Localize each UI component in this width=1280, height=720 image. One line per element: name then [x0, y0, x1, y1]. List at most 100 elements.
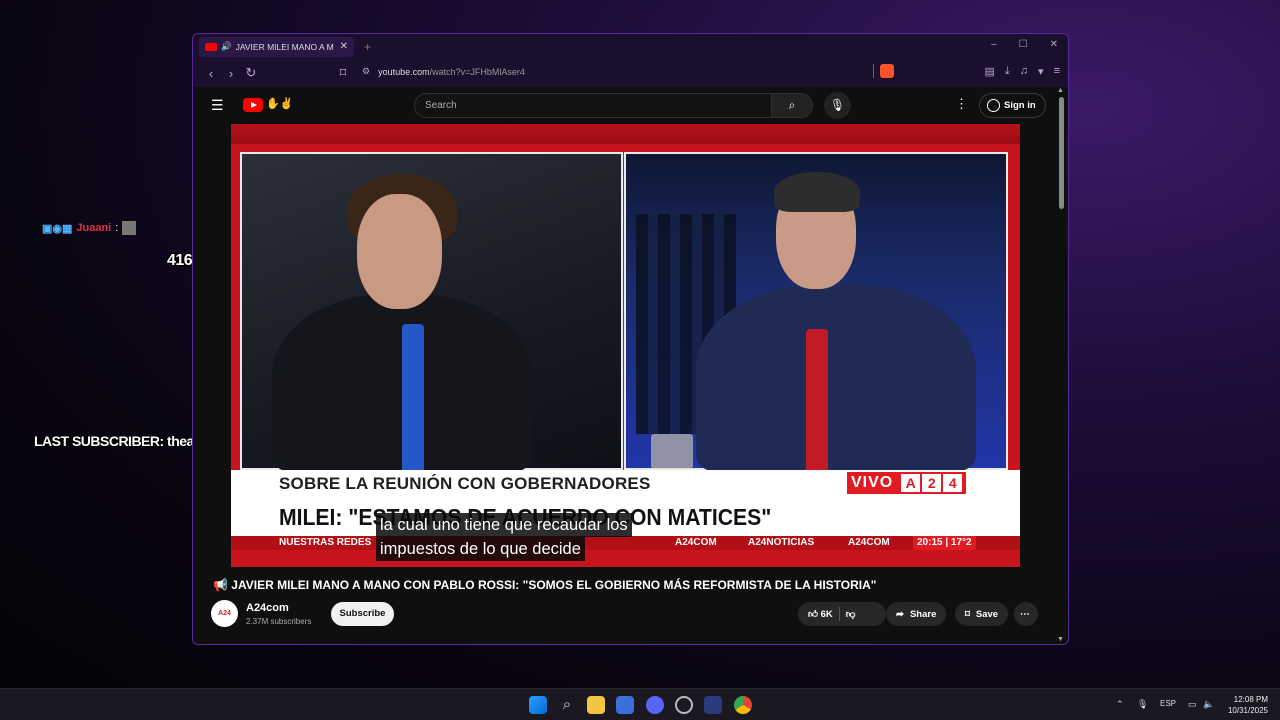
video-top-stripe	[231, 124, 1020, 144]
live-badge: VIVO A 2 4	[847, 472, 967, 494]
thumbs-up-icon: 👍︎	[808, 609, 818, 620]
bookmark-icon[interactable]: ⌑	[333, 65, 353, 81]
video-title: 📢 JAVIER MILEI MANO A MANO CON PABLO ROS…	[213, 578, 876, 592]
speaker-icon[interactable]: 🔊	[221, 41, 232, 52]
brave-shields-icon[interactable]	[880, 64, 894, 78]
ticker-item: A24COM	[848, 537, 890, 548]
youtube-header: ☰ ✋✌ Search ⌕ 🎙 ⋮ Sign in	[193, 87, 1055, 123]
like-button[interactable]: 👍︎ 6K	[808, 608, 833, 620]
chat-emote	[122, 221, 137, 235]
shields-area	[873, 64, 894, 78]
lower-third-subtitle: SOBRE LA REUNIÓN CON GOBERNADORES	[279, 474, 651, 493]
close-window-button[interactable]: ✕	[1050, 39, 1058, 50]
media-icon[interactable]: ♫	[1020, 65, 1028, 78]
youtube-doodle-icon[interactable]: ✋✌	[266, 97, 300, 111]
forward-button[interactable]: ›	[221, 66, 241, 81]
more-options-icon[interactable]: ⋮	[955, 96, 968, 112]
scroll-up-icon[interactable]: ▲	[1057, 87, 1064, 94]
search-input[interactable]: Search	[414, 93, 772, 118]
divider	[838, 607, 840, 621]
dislike-button[interactable]: 👎︎	[846, 608, 856, 620]
divider	[873, 64, 874, 78]
tray-chevron-icon[interactable]: ⌃	[1116, 699, 1124, 710]
youtube-favicon-icon	[205, 42, 217, 51]
minimize-button[interactable]: –	[991, 39, 997, 50]
subscriber-count: 2.37M subscribers	[246, 617, 312, 626]
more-horizontal-icon: ⋯	[1020, 608, 1030, 620]
share-label: Share	[909, 608, 937, 620]
system-clock[interactable]: 12:08 PM 10/31/2025	[1222, 694, 1268, 716]
ticker-item: A24NOTICIAS	[748, 537, 815, 548]
channel-avatar[interactable]: A24	[211, 600, 238, 627]
maximize-button[interactable]: ☐	[1019, 39, 1028, 50]
site-info-icon[interactable]: ⚙	[362, 66, 370, 77]
video-player[interactable]: SOBRE LA REUNIÓN CON GOBERNADORES VIVO A…	[231, 124, 1020, 567]
network-icon[interactable]: ▭	[1188, 699, 1197, 710]
video-captions: la cual uno tiene que recaudar los impue…	[376, 513, 632, 561]
scroll-thumb[interactable]	[1059, 97, 1064, 209]
person-right-hair	[774, 172, 860, 212]
caption-line: la cual uno tiene que recaudar los	[376, 513, 632, 537]
tab-title: JAVIER MILEI MANO A M	[235, 41, 334, 52]
volume-icon[interactable]: 🔈	[1203, 699, 1214, 710]
url-field[interactable]: ⚙ youtube.com/watch?v=JFHbMlAser4	[362, 66, 525, 77]
url-path: /watch?v=JFHbMlAser4	[429, 66, 525, 77]
brand-letter: 2	[922, 474, 942, 492]
discord-icon[interactable]	[646, 696, 664, 714]
person-left-tie	[402, 324, 424, 474]
person-left-head	[357, 194, 442, 309]
save-button[interactable]: ⌑ Save	[955, 602, 1009, 626]
subscribe-button[interactable]: Subscribe	[331, 602, 394, 626]
brave-taskbar-icon[interactable]	[704, 696, 722, 714]
bookmark-save-icon: ⌑	[965, 608, 970, 620]
microphone-tray-icon[interactable]: 🎙	[1137, 699, 1148, 710]
like-dislike-group: 👍︎ 6K 👎︎	[798, 602, 886, 626]
scroll-down-icon[interactable]: ▼	[1057, 636, 1064, 643]
chat-badges: ▣◉▦	[42, 222, 73, 235]
sign-in-label: Sign in	[1004, 100, 1036, 111]
new-tab-button[interactable]: +	[364, 40, 371, 54]
reader-mode-icon[interactable]: ▤	[985, 65, 995, 78]
chrome-icon[interactable]	[734, 696, 752, 714]
hamburger-menu-icon[interactable]: ☰	[211, 97, 224, 114]
search-taskbar-icon[interactable]: ⌕	[558, 696, 576, 714]
reload-button[interactable]: ↻	[241, 65, 261, 81]
tab-bar: 🔊 JAVIER MILEI MANO A M ✕ + – ☐ ✕	[193, 34, 1068, 59]
url-host: youtube.com	[378, 66, 430, 77]
obs-icon[interactable]	[675, 696, 693, 714]
megaphone-icon: 📢	[213, 578, 228, 592]
page-scrollbar[interactable]: ▲ ▼	[1056, 87, 1066, 643]
store-icon[interactable]	[616, 696, 634, 714]
menu-icon[interactable]: ≡	[1054, 65, 1060, 78]
brand-letter: 4	[943, 474, 963, 492]
chat-username: Juaani	[76, 222, 112, 234]
channel-name[interactable]: A24com	[246, 602, 289, 614]
more-actions-button[interactable]: ⋯	[1014, 602, 1038, 626]
back-button[interactable]: ‹	[201, 66, 221, 81]
share-button[interactable]: ➦ Share	[886, 602, 947, 626]
person-right-body	[696, 284, 976, 474]
save-label: Save	[975, 608, 999, 620]
clock-time: 12:08 PM	[1233, 695, 1268, 704]
sign-in-button[interactable]: Sign in	[979, 93, 1046, 118]
video-panel-right	[624, 152, 1008, 474]
close-tab-icon[interactable]: ✕	[340, 41, 348, 52]
lower-third-top: SOBRE LA REUNIÓN CON GOBERNADORES VIVO A…	[231, 470, 1020, 496]
microphone-icon: 🎙	[829, 98, 846, 112]
browser-tab-active[interactable]: 🔊 JAVIER MILEI MANO A M ✕	[199, 36, 354, 57]
start-icon[interactable]	[529, 696, 547, 714]
search-button[interactable]: ⌕	[771, 93, 813, 118]
youtube-logo-icon[interactable]	[243, 98, 263, 112]
chat-separator: :	[115, 222, 119, 234]
ticker-item: A24COM	[675, 537, 717, 548]
voice-search-button[interactable]: 🎙	[824, 92, 851, 119]
extensions-icon[interactable]: ▾	[1038, 65, 1044, 78]
file-explorer-icon[interactable]	[587, 696, 605, 714]
video-panel-left	[240, 152, 623, 474]
toolbar-right: ▤ ⤓ ♫ ▾ ≡	[985, 65, 1060, 78]
language-indicator[interactable]: ESP	[1160, 699, 1176, 708]
browser-window: 🔊 JAVIER MILEI MANO A M ✕ + – ☐ ✕ ‹ › ↻ …	[192, 33, 1069, 645]
live-label: VIVO	[851, 474, 894, 491]
address-bar: ‹ › ↻ ⌑ ⚙ youtube.com/watch?v=JFHbMlAser…	[193, 59, 1068, 87]
download-icon[interactable]: ⤓	[1005, 65, 1010, 78]
